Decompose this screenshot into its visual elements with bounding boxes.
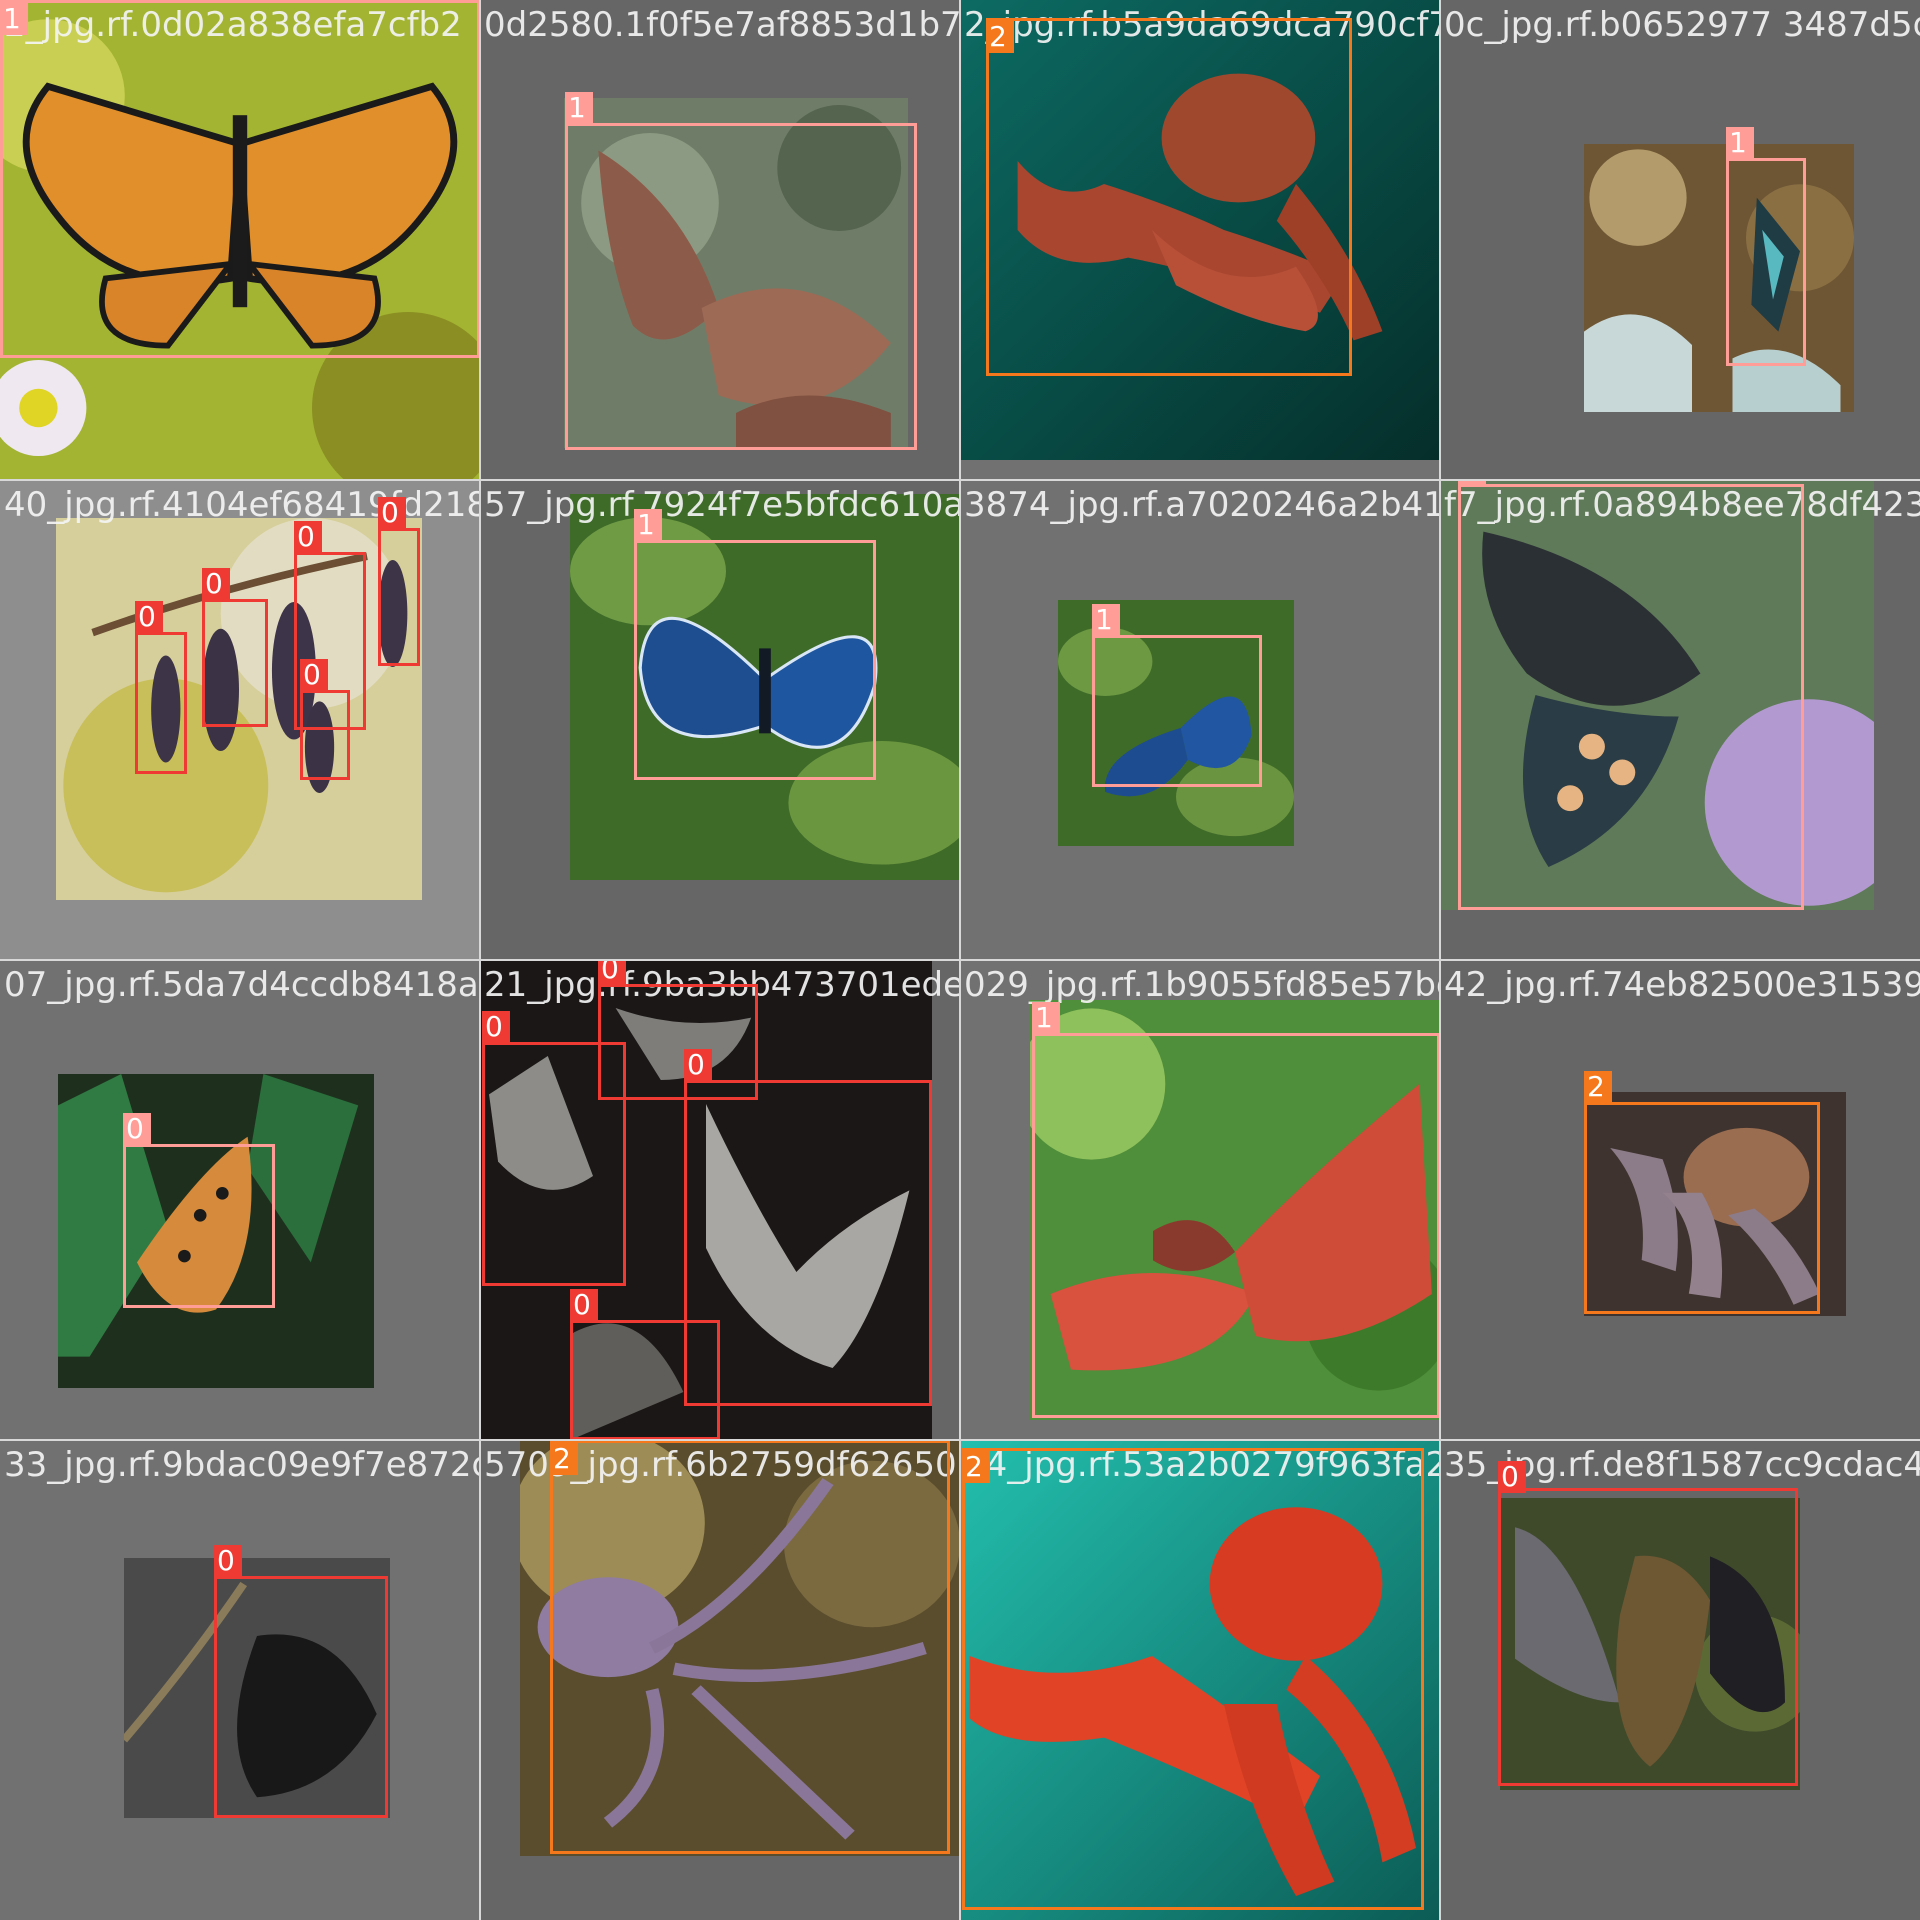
class-label: 1 bbox=[0, 3, 28, 35]
class-label: 1 bbox=[634, 509, 662, 541]
class-label: 1 bbox=[565, 92, 593, 124]
bbox-class-0: 0 bbox=[482, 1011, 626, 1286]
mosaic-tile: 07_jpg.rf.5da7d4ccdb8418ae 0 bbox=[0, 960, 480, 1440]
bbox-class-0: 0 bbox=[684, 1049, 932, 1406]
bbox-class-0: 0 bbox=[202, 568, 268, 727]
class-label: 0 bbox=[378, 497, 406, 529]
bbox-class-0: 0 bbox=[300, 659, 350, 780]
mosaic-tile: 35_jpg.rf.de8f1587cc9cdac47 0 bbox=[1440, 1440, 1920, 1920]
bbox-class-1: 1 bbox=[634, 509, 876, 780]
class-label: 0 bbox=[202, 568, 230, 600]
mosaic-tile: 33_jpg.rf.9bdac09e9f7e872d 0 bbox=[0, 1440, 480, 1920]
mosaic-tile: 40_jpg.rf.4104ef68419fd2185 0 0 0 0 0 bbox=[0, 480, 480, 960]
class-label: 0 bbox=[598, 960, 626, 985]
mosaic-tile: 2_jpg.rf.0d02a838efa7cfb2 1 bbox=[0, 0, 480, 480]
image-filename: 57_jpg.rf.7924f7e5bfdc610aa588 bbox=[484, 485, 960, 525]
bbox-class-0: 0 bbox=[570, 1289, 720, 1440]
image-filename: 33_jpg.rf.9bdac09e9f7e872d bbox=[4, 1445, 480, 1485]
bbox-class-1: 1 bbox=[1032, 1002, 1440, 1418]
class-label: 0 bbox=[294, 521, 322, 553]
detection-mosaic: 2_jpg.rf.0d02a838efa7cfb2 1 0d2580.1f0f5… bbox=[0, 0, 1920, 1920]
mosaic-tile: 21_jpg.rf.9ba3bb473701ede6 0 0 0 0 bbox=[480, 960, 960, 1440]
mosaic-tile: 2_jpg.rf.b5a9da69dca790cf70 2 bbox=[960, 0, 1440, 480]
image-filename: 029_jpg.rf.1b9055fd85e57bcd8a4 bbox=[964, 965, 1440, 1005]
class-label: 0 bbox=[482, 1011, 510, 1043]
class-label: 0 bbox=[123, 1113, 151, 1145]
bbox-class-1: 0 bbox=[123, 1113, 275, 1308]
image-filename: 42_jpg.rf.74eb82500e31539 bbox=[1444, 965, 1920, 1005]
mosaic-tile: 3874_jpg.rf.a7020246a2b41229ef 1 bbox=[960, 480, 1440, 960]
bbox-class-2: 2 bbox=[986, 18, 1352, 376]
bbox-class-2: 2 bbox=[1584, 1071, 1820, 1314]
tile-divider bbox=[0, 479, 1920, 481]
bbox-class-2: 2 bbox=[550, 1440, 950, 1854]
bbox-class-1: 1 bbox=[565, 92, 917, 450]
class-label: 0 bbox=[684, 1049, 712, 1081]
bbox-class-0: 0 bbox=[1498, 1461, 1798, 1786]
class-label: 1 bbox=[1092, 604, 1120, 636]
class-label: 0 bbox=[214, 1545, 242, 1577]
class-label: 1 bbox=[1032, 1002, 1060, 1034]
bbox-class-1: 1 bbox=[1726, 127, 1806, 366]
image-filename: 07_jpg.rf.5da7d4ccdb8418ae bbox=[4, 965, 480, 1005]
tile-divider bbox=[0, 1439, 1920, 1441]
bbox-class-0: 0 bbox=[214, 1545, 388, 1818]
image-filename: 3874_jpg.rf.a7020246a2b41229ef bbox=[964, 485, 1440, 525]
class-label: 2 bbox=[550, 1443, 578, 1475]
bbox-class-1: 1 bbox=[1458, 480, 1804, 910]
class-label: 1 bbox=[1726, 127, 1754, 159]
bbox-class-0: 0 bbox=[135, 601, 187, 774]
class-label: 0 bbox=[300, 659, 328, 691]
mosaic-tile: 57_jpg.rf.7924f7e5bfdc610aa588 1 bbox=[480, 480, 960, 960]
mosaic-tile: 029_jpg.rf.1b9055fd85e57bcd8a4 1 bbox=[960, 960, 1440, 1440]
mosaic-tile: f7_jpg.rf.0a894b8ee78df4236a 1 bbox=[1440, 480, 1920, 960]
bbox-class-0: 0 bbox=[378, 497, 420, 666]
image-filename: 0d2580.1f0f5e7af8853d1b7195 bbox=[484, 5, 960, 45]
mosaic-tile: 42_jpg.rf.74eb82500e31539 2 bbox=[1440, 960, 1920, 1440]
mosaic-tile: 0c_jpg.rf.b0652977 3487d5d4 1 bbox=[1440, 0, 1920, 480]
class-label: 2 bbox=[1584, 1071, 1612, 1103]
swallowtail-butterfly-photo bbox=[1584, 144, 1854, 412]
bbox-class-1: 1 bbox=[1092, 604, 1262, 787]
bbox-class-1: 1 bbox=[0, 0, 480, 358]
class-label: 0 bbox=[1498, 1461, 1526, 1493]
class-label: 0 bbox=[135, 601, 163, 633]
class-label: 2 bbox=[962, 1451, 990, 1483]
image-filename: 40_jpg.rf.4104ef68419fd2185 bbox=[4, 485, 480, 525]
mosaic-tile: 04_jpg.rf.53a2b0279f963fa2d 2 bbox=[960, 1440, 1440, 1920]
class-label: 2 bbox=[986, 21, 1014, 53]
tile-divider bbox=[0, 959, 1920, 961]
bbox-class-2: 2 bbox=[962, 1448, 1424, 1910]
mosaic-tile: 5709_jpg.rf.6b2759df626503ee 2 bbox=[480, 1440, 960, 1920]
mosaic-tile: 0d2580.1f0f5e7af8853d1b7195 1 bbox=[480, 0, 960, 480]
class-label: 0 bbox=[570, 1289, 598, 1321]
image-filename: 0c_jpg.rf.b0652977 3487d5d4 bbox=[1444, 5, 1920, 45]
